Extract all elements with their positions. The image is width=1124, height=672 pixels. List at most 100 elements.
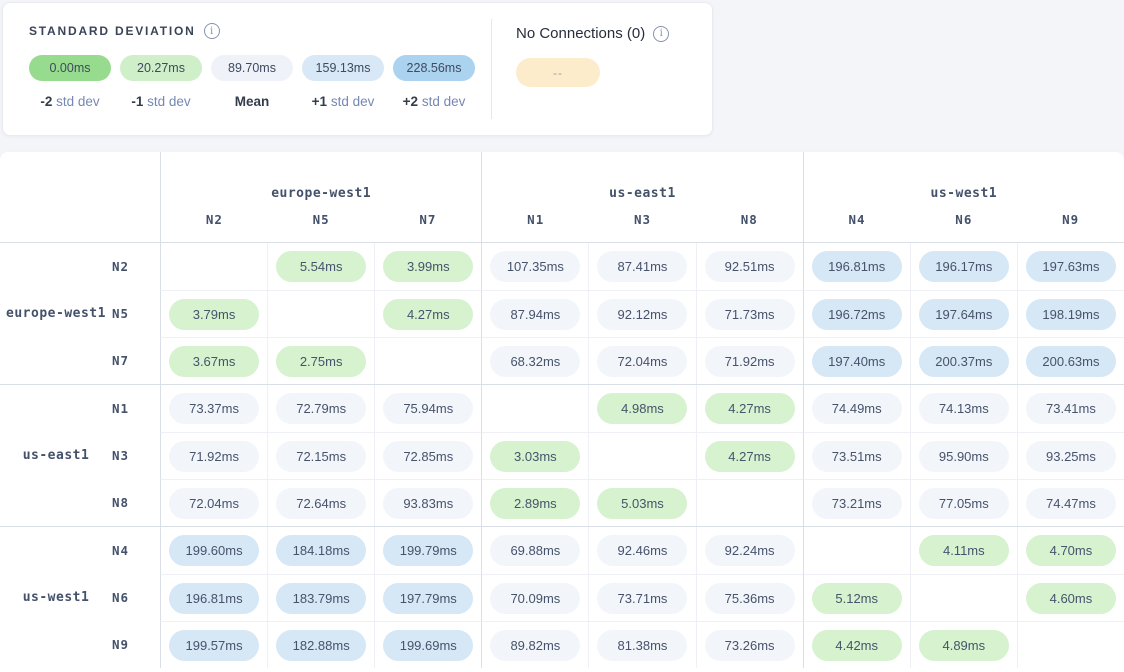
latency-cell: 92.12ms xyxy=(588,290,695,337)
latency-pill[interactable]: 81.38ms xyxy=(597,630,687,661)
latency-cell: 199.60ms xyxy=(160,527,267,574)
column-header-n7: N7 xyxy=(375,212,482,227)
latency-pill[interactable]: 3.67ms xyxy=(169,346,259,377)
latency-cell: 69.88ms xyxy=(481,527,588,574)
latency-pill[interactable]: 92.51ms xyxy=(705,251,795,282)
row-header-n1: N1 xyxy=(112,385,160,432)
latency-pill[interactable]: 184.18ms xyxy=(276,535,366,566)
latency-pill[interactable]: 70.09ms xyxy=(490,583,580,614)
latency-pill[interactable]: 182.88ms xyxy=(276,630,366,661)
latency-pill[interactable]: 92.46ms xyxy=(597,535,687,566)
latency-pill[interactable]: 89.82ms xyxy=(490,630,580,661)
latency-cell: 4.60ms xyxy=(1017,574,1124,621)
latency-pill[interactable]: 196.72ms xyxy=(812,299,902,330)
latency-cell: 2.75ms xyxy=(267,337,374,384)
latency-pill[interactable]: 5.54ms xyxy=(276,251,366,282)
latency-cell: 73.21ms xyxy=(803,479,910,526)
latency-cell: 95.90ms xyxy=(910,432,1017,479)
latency-pill[interactable]: 3.99ms xyxy=(383,251,473,282)
latency-pill[interactable]: 93.25ms xyxy=(1026,441,1116,472)
latency-pill[interactable]: 74.49ms xyxy=(812,393,902,424)
latency-cell: 3.67ms xyxy=(160,337,267,384)
latency-pill[interactable]: 72.04ms xyxy=(597,346,687,377)
latency-pill[interactable]: 87.94ms xyxy=(490,299,580,330)
latency-pill[interactable]: 197.79ms xyxy=(383,583,473,614)
latency-pill[interactable]: 74.13ms xyxy=(919,393,1009,424)
latency-pill[interactable]: 4.42ms xyxy=(812,630,902,661)
latency-pill[interactable]: 5.12ms xyxy=(812,583,902,614)
latency-pill[interactable]: 71.73ms xyxy=(705,299,795,330)
latency-pill[interactable]: 72.15ms xyxy=(276,441,366,472)
latency-pill[interactable]: 92.12ms xyxy=(597,299,687,330)
latency-pill[interactable]: 199.57ms xyxy=(169,630,259,661)
latency-pill[interactable]: 4.27ms xyxy=(383,299,473,330)
latency-pill[interactable]: 95.90ms xyxy=(919,441,1009,472)
latency-cell: 4.89ms xyxy=(910,621,1017,668)
latency-pill[interactable]: 73.37ms xyxy=(169,393,259,424)
latency-cell: 196.81ms xyxy=(160,574,267,621)
latency-cell: 74.13ms xyxy=(910,385,1017,432)
latency-pill[interactable]: 5.03ms xyxy=(597,488,687,519)
latency-cell: 75.36ms xyxy=(696,574,803,621)
latency-pill[interactable]: 4.27ms xyxy=(705,393,795,424)
latency-pill[interactable]: 3.03ms xyxy=(490,441,580,472)
std-dev-label: +1 std dev xyxy=(302,94,384,109)
latency-pill[interactable]: 183.79ms xyxy=(276,583,366,614)
latency-pill[interactable]: 4.27ms xyxy=(705,441,795,472)
latency-pill[interactable]: 73.21ms xyxy=(812,488,902,519)
latency-pill[interactable]: 4.98ms xyxy=(597,393,687,424)
row-header-n2: N2 xyxy=(112,243,160,290)
latency-pill[interactable]: 69.88ms xyxy=(490,535,580,566)
latency-pill[interactable]: 92.24ms xyxy=(705,535,795,566)
latency-pill[interactable]: 73.51ms xyxy=(812,441,902,472)
latency-pill[interactable]: 196.17ms xyxy=(919,251,1009,282)
region-header-label: us-east1 xyxy=(482,186,802,201)
no-connections-title: No Connections (0) xyxy=(516,25,645,42)
latency-pill[interactable]: 73.41ms xyxy=(1026,393,1116,424)
latency-pill[interactable]: 74.47ms xyxy=(1026,488,1116,519)
latency-pill[interactable]: 199.60ms xyxy=(169,535,259,566)
latency-pill[interactable]: 107.35ms xyxy=(490,251,580,282)
latency-pill[interactable]: 196.81ms xyxy=(812,251,902,282)
latency-pill[interactable]: 3.79ms xyxy=(169,299,259,330)
latency-cell: 4.98ms xyxy=(588,385,695,432)
latency-pill[interactable]: 93.83ms xyxy=(383,488,473,519)
latency-cell: 72.04ms xyxy=(588,337,695,384)
latency-pill[interactable]: 75.36ms xyxy=(705,583,795,614)
std-dev-title: STANDARD DEVIATION xyxy=(29,24,196,38)
latency-pill[interactable]: 4.11ms xyxy=(919,535,1009,566)
latency-pill[interactable]: 196.81ms xyxy=(169,583,259,614)
info-icon[interactable]: i xyxy=(204,23,220,39)
latency-cell: 5.03ms xyxy=(588,479,695,526)
latency-pill[interactable]: 197.63ms xyxy=(1026,251,1116,282)
latency-pill[interactable]: 4.89ms xyxy=(919,630,1009,661)
latency-pill[interactable]: 200.37ms xyxy=(919,346,1009,377)
latency-pill[interactable]: 77.05ms xyxy=(919,488,1009,519)
latency-pill[interactable]: 68.32ms xyxy=(490,346,580,377)
info-icon[interactable]: i xyxy=(653,26,669,42)
latency-pill[interactable]: 198.19ms xyxy=(1026,299,1116,330)
latency-pill[interactable]: 197.40ms xyxy=(812,346,902,377)
latency-pill[interactable]: 75.94ms xyxy=(383,393,473,424)
latency-pill[interactable]: 73.71ms xyxy=(597,583,687,614)
latency-pill[interactable]: 87.41ms xyxy=(597,251,687,282)
latency-cell: 73.71ms xyxy=(588,574,695,621)
latency-pill[interactable]: 72.79ms xyxy=(276,393,366,424)
latency-pill[interactable]: 4.60ms xyxy=(1026,583,1116,614)
latency-pill[interactable]: 71.92ms xyxy=(705,346,795,377)
latency-pill[interactable]: 2.89ms xyxy=(490,488,580,519)
latency-pill[interactable]: 72.85ms xyxy=(383,441,473,472)
latency-pill[interactable]: 72.04ms xyxy=(169,488,259,519)
legend-card: STANDARD DEVIATION i 0.00ms20.27ms89.70m… xyxy=(2,2,713,136)
latency-pill[interactable]: 197.64ms xyxy=(919,299,1009,330)
latency-pill[interactable]: 71.92ms xyxy=(169,441,259,472)
latency-pill[interactable]: 199.69ms xyxy=(383,630,473,661)
latency-pill[interactable]: 2.75ms xyxy=(276,346,366,377)
latency-pill[interactable]: 73.26ms xyxy=(705,630,795,661)
latency-pill[interactable]: 200.63ms xyxy=(1026,346,1116,377)
latency-pill[interactable]: 199.79ms xyxy=(383,535,473,566)
row-header-n8: N8 xyxy=(112,479,160,526)
column-header-n1: N1 xyxy=(482,212,589,227)
latency-pill[interactable]: 72.64ms xyxy=(276,488,366,519)
latency-pill[interactable]: 4.70ms xyxy=(1026,535,1116,566)
